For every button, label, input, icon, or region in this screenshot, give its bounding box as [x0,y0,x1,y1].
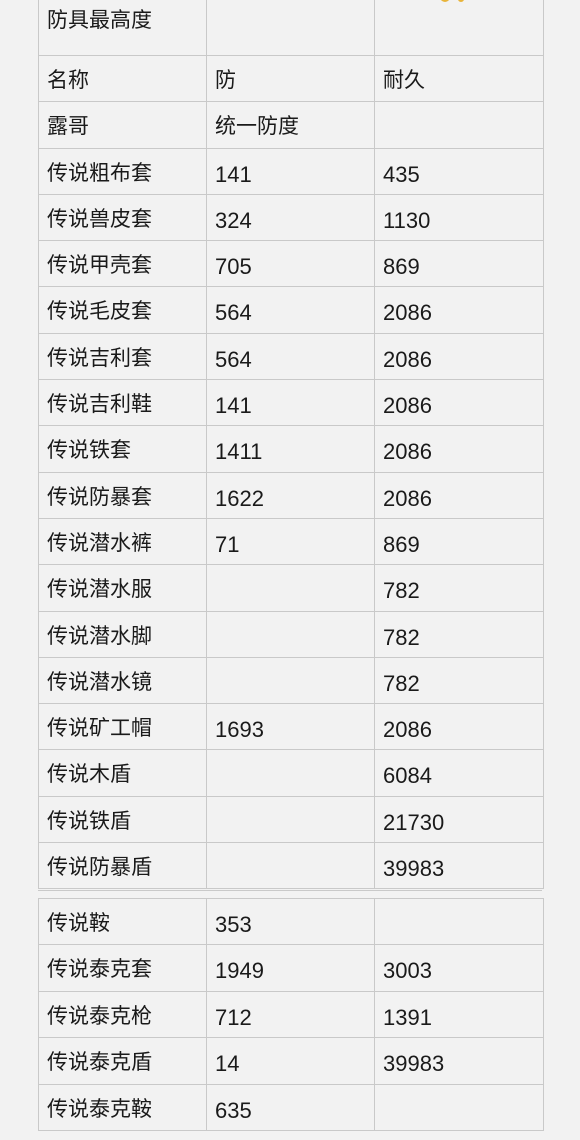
name-cell: 传说甲壳套 [39,241,207,287]
name-cell: 防具最高度 [39,0,207,55]
name-cell: 传说吉利鞋 [39,380,207,426]
table-row: 传说兽皮套 324 1130 [39,194,543,242]
table-row: 传说鞍 353 [39,899,543,946]
table-row: 传说木盾 6084 [39,750,543,797]
name-cell: 传说鞍 [39,899,207,945]
defense-cell: 14 [207,1038,375,1084]
durability-cell: 耐久 [383,68,425,92]
defense-cell [207,565,375,611]
table-row: 传说粗布套 141 435 [39,148,543,195]
name-cell: 传说粗布套 [39,148,207,194]
table-row: 传说泰克鞍 635 [39,1084,543,1131]
durability-cell: 1130 [383,207,431,233]
durability-cell: 2086 [383,300,432,326]
defense-cell [207,796,375,843]
durability-cell: 2086 [383,439,432,465]
name-cell: 传说泰克套 [39,945,207,991]
defense-cell: 71 [207,518,375,565]
durability-cell: 2086 [383,485,432,511]
durability-cell: 435 [383,161,420,187]
table-row: 传说毛皮套 564 2086 [39,287,543,334]
durability-cell: 2086 [383,346,432,372]
table-row: 传说防暴套 1622 2086 [39,472,543,519]
name-cell: 传说毛皮套 [39,287,207,333]
defense-cell: 353 [207,899,375,945]
tek-armor-table: 传说鞍 353 传说泰克套 1949 3003 传说泰克枪 712 1391 传说泰克盾 14 39… [38,898,544,1131]
name-cell: 传说防暴套 [39,472,207,518]
table-row: 传说潜水服 782 [39,565,543,612]
durability-cell [375,0,543,55]
table-row: 传说甲壳套 705 869 [39,241,543,288]
defense-cell: 1622 [207,472,375,518]
durability-cell: 782 [383,670,420,696]
name-cell: 露哥 [39,102,207,148]
defense-cell: 防 [207,56,375,102]
defense-cell: 635 [207,1084,375,1130]
durability-cell [375,1085,543,1130]
name-cell: 传说潜水服 [39,565,207,611]
durability-cell: 6084 [383,763,432,789]
defense-cell: 1693 [207,704,375,750]
table-row: 传说泰克盾 14 39983 [39,1038,543,1085]
table-row: 传说吉利套 564 2086 [39,333,543,381]
defense-cell [207,0,375,55]
durability-cell: 782 [383,578,420,604]
durability-cell: 1391 [383,1004,432,1030]
durability-cell: 782 [383,624,420,650]
defense-cell: 564 [207,287,375,333]
defense-cell: 141 [207,380,375,426]
table-row: 传说潜水脚 782 [39,611,543,658]
durability-cell: 39983 [383,856,445,882]
name-cell: 传说潜水裤 [39,518,207,565]
defense-cell: 1411 [207,426,375,472]
durability-cell: 21730 [383,809,445,835]
name-cell: 传说铁套 [39,426,207,472]
durability-cell: 869 [383,531,420,557]
name-cell: 传说泰克枪 [39,991,207,1038]
defense-cell [207,843,375,889]
durability-cell: 2086 [383,393,432,419]
table-row: 传说铁套 1411 2086 [39,426,543,473]
table-row: 传说泰克套 1949 3003 [39,945,543,992]
name-cell: 传说吉利套 [39,333,207,380]
durability-cell [375,899,543,944]
table-row: 传说潜水裤 71 869 [39,518,543,566]
table-row: 名称防耐久 [39,56,543,103]
defense-cell: 705 [207,241,375,287]
name-cell: 传说潜水脚 [39,611,207,657]
table-row: 传说吉利鞋 141 2086 [39,380,543,427]
defense-cell [207,657,375,704]
name-cell: 传说矿工帽 [39,704,207,750]
durability-cell: 869 [383,254,420,280]
name-cell: 名称 [39,56,207,102]
defense-cell: 564 [207,333,375,380]
defense-cell: 141 [207,148,375,194]
table-row: 传说矿工帽 1693 2086 [39,704,543,751]
defense-cell [207,611,375,657]
durability-cell: 2086 [383,717,432,743]
table-row: 露哥 统一防度 [39,102,543,149]
name-cell: 传说泰克鞍 [39,1084,207,1130]
table-row: 传说铁盾 21730 [39,796,543,844]
defense-cell: 712 [207,991,375,1038]
table-row: 防具最高度 [39,0,543,56]
name-cell: 传说兽皮套 [39,194,207,241]
name-cell: 传说铁盾 [39,796,207,843]
defense-cell [207,750,375,796]
defense-cell: 1949 [207,945,375,991]
armor-table: 防具最高度 名称防耐久 露哥 统一防度 传说粗布套 141 435 传说兽皮套 324 1130 传… [38,0,544,890]
table-row: 传说防暴盾 39983 [39,843,543,890]
name-cell: 传说防暴盾 [39,843,207,889]
section-divider [38,890,542,891]
durability-cell: 3003 [383,958,432,984]
name-cell: 传说泰克盾 [39,1038,207,1084]
defense-cell: 统一防度 [207,102,375,148]
name-cell: 传说潜水镜 [39,657,207,704]
name-cell: 传说木盾 [39,750,207,796]
defense-cell: 324 [207,194,375,241]
durability-cell [375,102,543,147]
durability-cell: 39983 [383,1051,445,1077]
table-row: 传说潜水镜 782 [39,657,543,705]
table-row: 传说泰克枪 712 1391 [39,991,543,1039]
